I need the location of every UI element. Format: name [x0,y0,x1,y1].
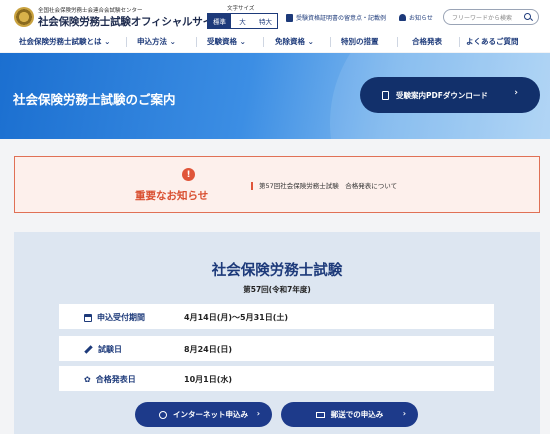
nav-item-eligibility[interactable]: 受験資格 ⌄ [207,36,246,47]
row-value: 4月14日(月)～5月31日(土) [184,313,289,322]
internet-apply-label: インターネット申込み [173,410,248,419]
nav-item-about[interactable]: 社会保険労務士試験とは ⌄ [19,36,110,47]
font-size-label: 文字サイズ [227,6,255,12]
nav-divider [263,37,264,47]
schedule-row-results-date: ✿ 合格発表日 10月1日(水) [59,366,494,391]
site-header: 全国社会保険労務士会連合会試験センター 社会保険労務士試験オフィシャルサイト 文… [0,0,550,52]
search-icon[interactable] [524,13,531,20]
pdf-document-icon [382,90,389,100]
logo-emblem-icon[interactable] [14,7,34,27]
nav-divider [397,37,398,47]
font-size-large-button[interactable]: 大 [231,14,254,28]
nav-divider [196,37,197,47]
internet-apply-button[interactable]: インターネット申込み › [135,402,272,427]
mail-icon [315,411,325,418]
news-link[interactable]: お知らせ [399,13,433,22]
star-icon: ✿ [84,375,91,384]
hero-banner: 社会保険労務士試験のご案内 受験案内PDFダウンロード › [0,53,550,139]
alert-icon: ! [182,168,195,181]
font-size-standard-button[interactable]: 標準 [208,14,231,28]
bell-icon [399,14,406,21]
nav-item-special-measures[interactable]: 特別の措置 [341,36,379,47]
mail-apply-label: 郵送での申込み [330,410,384,419]
row-value: 8月24日(日) [184,345,233,354]
nav-item-application[interactable]: 申込方法 ⌄ [137,36,176,47]
nav-divider [126,37,127,47]
exam-subtitle: 第57回(令和7年度) [243,285,311,294]
certificate-notes-label: 受験資格証明書の留意点・記載例 [296,15,387,22]
nav-item-results[interactable]: 合格発表 [412,36,442,47]
chevron-right-icon: › [514,88,518,98]
mail-apply-button[interactable]: 郵送での申込み › [281,402,418,427]
notice-title: 重要なお知らせ [135,190,209,202]
certificate-notes-link[interactable]: 受験資格証明書の留意点・記載例 [286,13,386,22]
nav-divider [330,37,331,47]
document-icon [286,13,293,22]
pencil-icon [84,345,93,354]
schedule-row-exam-date: 試験日 8月24日(日) [59,336,494,361]
notice-link[interactable]: 第57回社会保険労務士試験 合格発表について [251,182,397,190]
news-label: お知らせ [409,15,433,22]
row-label: 申込受付期間 [97,313,145,322]
search-placeholder: フリーワードから検索 [452,14,513,22]
nav-item-exemption[interactable]: 免除資格 ⌄ [275,36,314,47]
nav-item-faq[interactable]: よくあるご質問 [466,36,519,47]
nav-divider [459,37,460,47]
chevron-right-icon: › [402,409,406,418]
pdf-download-label: 受験案内PDFダウンロード [396,90,488,100]
row-value: 10月1日(水) [184,375,233,384]
calendar-icon [84,313,92,322]
org-name: 全国社会保険労務士会連合会試験センター [38,8,143,14]
font-size-switcher: 標準 大 特大 [207,13,278,29]
globe-icon [159,410,167,419]
font-size-xlarge-button[interactable]: 特大 [254,14,277,28]
exam-title: 社会保険労務士試験 [211,263,343,279]
pdf-download-button[interactable]: 受験案内PDFダウンロード › [360,77,540,113]
site-title[interactable]: 社会保険労務士試験オフィシャルサイト [38,14,223,29]
search-input[interactable]: フリーワードから検索 [443,9,539,25]
exam-info-card: 社会保険労務士試験 第57回(令和7年度) 申込受付期間 4月14日(月)～5月… [14,232,540,434]
chevron-right-icon: › [256,409,260,418]
schedule-row-application: 申込受付期間 4月14日(月)～5月31日(土) [59,304,494,329]
hero-title: 社会保険労務士試験のご案内 [13,92,176,107]
row-label: 試験日 [98,345,122,354]
important-notice-box: ! 重要なお知らせ 第57回社会保険労務士試験 合格発表について [14,156,540,213]
global-nav: 社会保険労務士試験とは ⌄ 申込方法 ⌄ 受験資格 ⌄ 免除資格 ⌄ 特別の措置… [0,33,550,51]
row-label: 合格発表日 [95,375,136,384]
